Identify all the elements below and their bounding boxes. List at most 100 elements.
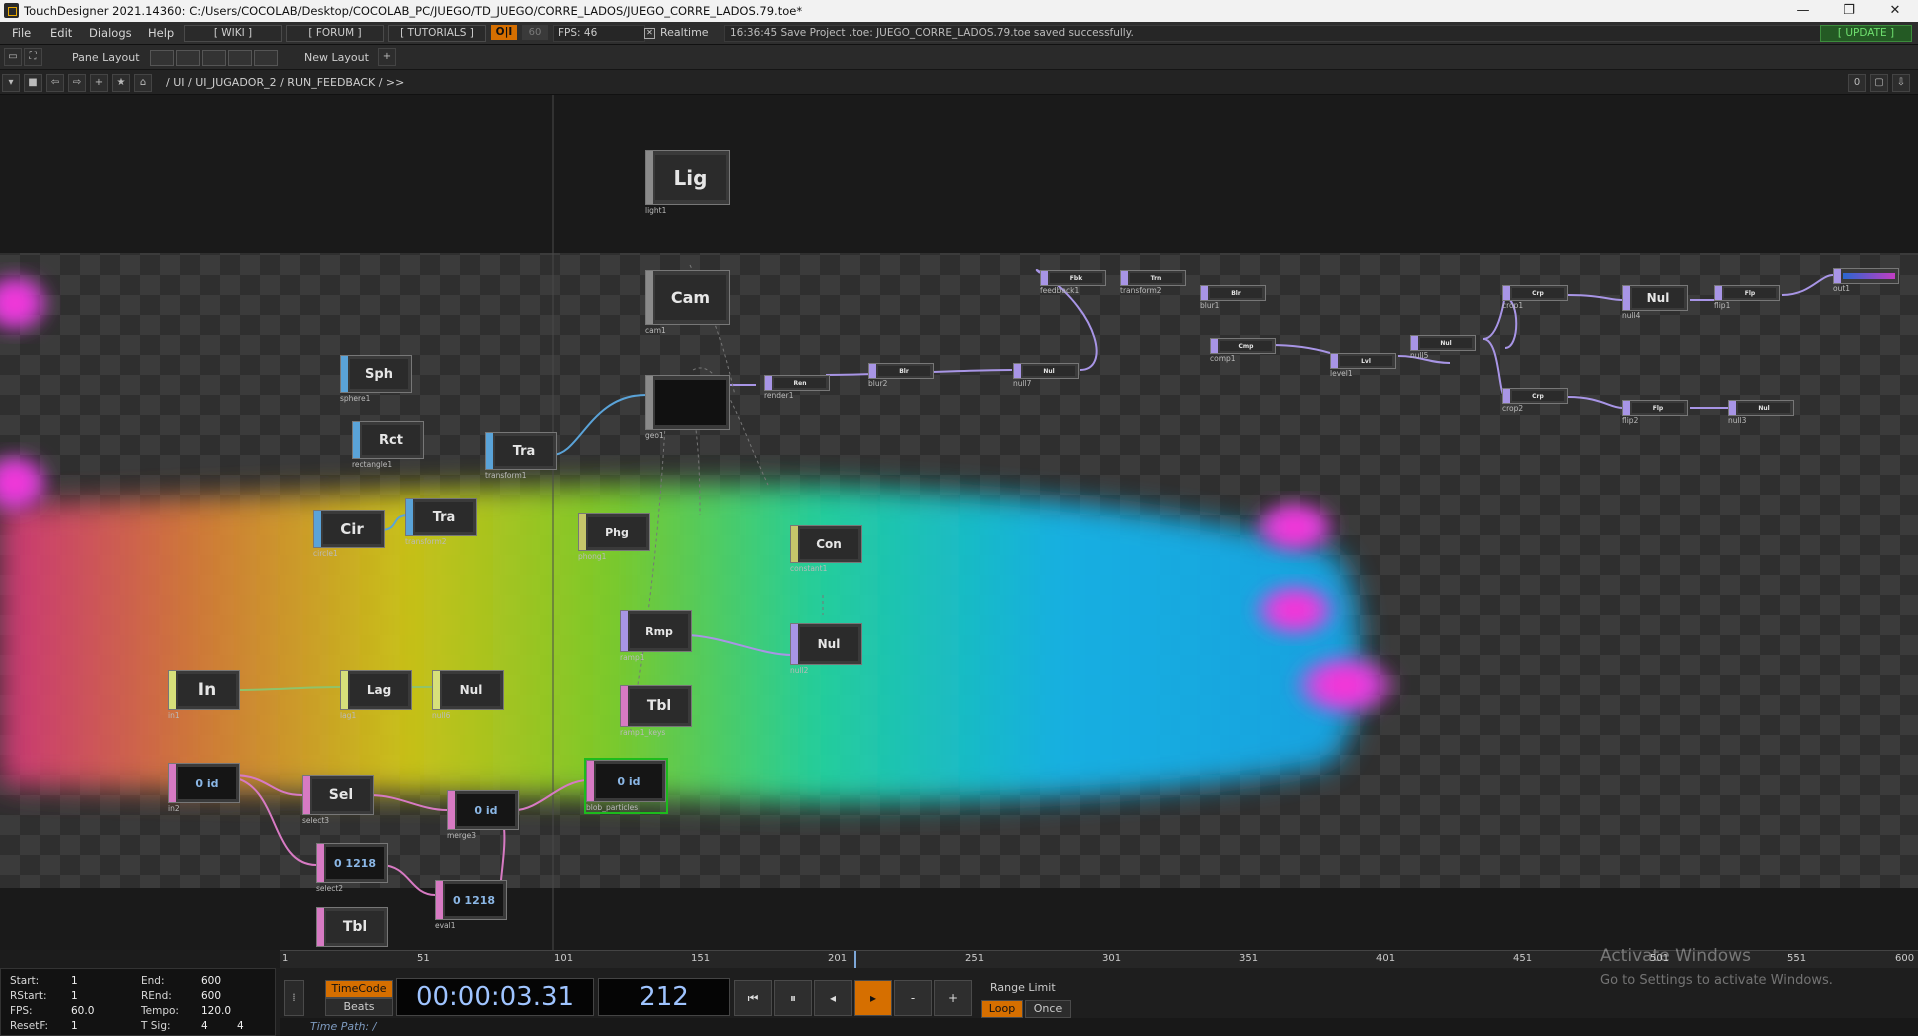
start-value[interactable]: 1 bbox=[71, 975, 78, 987]
node-crop1[interactable]: Crp crop1 bbox=[1502, 285, 1568, 311]
home-icon[interactable]: ⌂ bbox=[134, 74, 152, 92]
node-ramp1-keys[interactable]: Tbl ramp1_keys bbox=[620, 685, 692, 737]
node-blur1[interactable]: Blr blur1 bbox=[1200, 285, 1266, 311]
timecode-display[interactable]: 00:00:03.31 bbox=[396, 978, 594, 1016]
pause-button[interactable]: ⏸ bbox=[774, 980, 812, 1016]
loop-button[interactable]: Loop bbox=[981, 1000, 1023, 1018]
playhead[interactable] bbox=[854, 951, 856, 969]
chevron-down-icon[interactable]: ▾ bbox=[2, 74, 20, 92]
node-cam1[interactable]: Cam cam1 bbox=[645, 270, 730, 338]
node-merge3[interactable]: 0 id merge3 bbox=[447, 790, 519, 840]
fps-cap-button[interactable]: 60 bbox=[522, 25, 548, 40]
update-button[interactable]: [ UPDATE ] bbox=[1820, 25, 1912, 42]
node-render1[interactable]: Ren render1 bbox=[764, 375, 830, 401]
timecode-mode-button[interactable]: TimeCode bbox=[325, 980, 393, 998]
forward-icon[interactable]: ⇨ bbox=[68, 74, 86, 92]
node-phong1[interactable]: Phg phong1 bbox=[578, 513, 650, 561]
beats-mode-button[interactable]: Beats bbox=[325, 998, 393, 1016]
node-transform2-top[interactable]: Trn transform2 bbox=[1120, 270, 1186, 296]
step-minus-button[interactable]: - bbox=[894, 980, 932, 1016]
node-flip1[interactable]: Flp flip1 bbox=[1714, 285, 1780, 311]
node-circle1[interactable]: Cir circle1 bbox=[313, 510, 385, 558]
node-transform2-sop[interactable]: Tra transform2 bbox=[405, 498, 477, 546]
tsig-value-1[interactable]: 4 bbox=[201, 1020, 208, 1032]
node-level1[interactable]: Lvl level1 bbox=[1330, 353, 1396, 379]
node-null4[interactable]: Nul null4 bbox=[1622, 285, 1688, 321]
node-ramp1[interactable]: Rmp ramp1 bbox=[620, 610, 692, 662]
tempo-value[interactable]: 120.0 bbox=[201, 1005, 231, 1017]
node-null5[interactable]: Nul null5 bbox=[1410, 335, 1476, 361]
node-table2[interactable]: Tbl bbox=[316, 907, 388, 950]
rewind-button[interactable]: ⏮ bbox=[734, 980, 772, 1016]
node-select2[interactable]: 0 1218 select2 bbox=[316, 843, 388, 893]
menu-help[interactable]: Help bbox=[148, 26, 174, 40]
node-eval1[interactable]: 0 1218 eval1 bbox=[435, 880, 507, 930]
layout-single-button[interactable] bbox=[150, 50, 174, 66]
node-transform1[interactable]: Tra transform1 bbox=[485, 432, 557, 480]
expand-handle-icon[interactable]: ⁞ bbox=[284, 980, 304, 1016]
node-in2[interactable]: 0 id in2 bbox=[168, 763, 240, 813]
add-layout-button[interactable]: + bbox=[378, 48, 396, 66]
node-null2[interactable]: Nul null2 bbox=[790, 623, 862, 675]
node-feedback1[interactable]: Fbk feedback1 bbox=[1040, 270, 1106, 296]
layout-split-v-button[interactable] bbox=[176, 50, 200, 66]
node-select3[interactable]: Sel select3 bbox=[302, 775, 374, 825]
node-sphere1[interactable]: Sph sphere1 bbox=[340, 355, 412, 403]
node-flip2[interactable]: Flp flip2 bbox=[1622, 400, 1688, 426]
close-button[interactable]: ✕ bbox=[1872, 0, 1918, 22]
tutorials-button[interactable]: [ TUTORIALS ] bbox=[388, 25, 486, 42]
rstart-value[interactable]: 1 bbox=[71, 990, 78, 1002]
node-constant1[interactable]: Con constant1 bbox=[790, 525, 862, 573]
zero-button[interactable]: 0 bbox=[1848, 74, 1866, 92]
end-value[interactable]: 600 bbox=[201, 975, 221, 987]
node-geo1[interactable]: geo1 bbox=[645, 375, 730, 443]
timeline-tick: 451 bbox=[1513, 953, 1533, 964]
node-light1[interactable]: Lig light1 bbox=[645, 150, 730, 218]
restore-button[interactable]: ❐ bbox=[1826, 0, 1872, 22]
pin-icon[interactable]: ⇩ bbox=[1892, 74, 1910, 92]
network-editor[interactable]: Lig light1 Cam cam1 geo1 Sph sphere1 Rct… bbox=[0, 95, 1918, 950]
bookmark-star-icon[interactable]: ★ bbox=[112, 74, 130, 92]
step-back-button[interactable]: ◂ bbox=[814, 980, 852, 1016]
tsig-value-2[interactable]: 4 bbox=[237, 1020, 244, 1032]
node-lag1[interactable]: Lag lag1 bbox=[340, 670, 412, 720]
node-null6[interactable]: Nul null6 bbox=[432, 670, 504, 720]
step-plus-button[interactable]: + bbox=[934, 980, 972, 1016]
play-button[interactable]: ▸ bbox=[854, 980, 892, 1016]
node-blur2[interactable]: Blr blur2 bbox=[868, 363, 934, 389]
node-out1[interactable]: out1 bbox=[1833, 268, 1899, 294]
menu-file[interactable]: File bbox=[12, 26, 31, 40]
node-crop2[interactable]: Crp crop2 bbox=[1502, 388, 1568, 414]
layout-three-button[interactable] bbox=[228, 50, 252, 66]
rend-value[interactable]: 600 bbox=[201, 990, 221, 1002]
pane-menu-icon[interactable]: ▭ bbox=[4, 48, 22, 66]
maximize-pane-icon[interactable]: ▢ bbox=[1870, 74, 1888, 92]
node-rectangle1[interactable]: Rct rectangle1 bbox=[352, 421, 424, 469]
menu-edit[interactable]: Edit bbox=[50, 26, 72, 40]
node-blob-particles[interactable]: 0 id blob_particles bbox=[584, 758, 668, 814]
layout-four-button[interactable] bbox=[254, 50, 278, 66]
node-comp1[interactable]: Cmp comp1 bbox=[1210, 338, 1276, 364]
node-null7[interactable]: Nul null7 bbox=[1013, 363, 1079, 389]
realtime-checkbox[interactable]: ✕ bbox=[644, 28, 655, 39]
layout-split-h-button[interactable] bbox=[202, 50, 226, 66]
back-icon[interactable]: ⇦ bbox=[46, 74, 64, 92]
minimize-button[interactable]: — bbox=[1780, 0, 1826, 22]
menu-dialogs[interactable]: Dialogs bbox=[89, 26, 132, 40]
stop-icon[interactable]: ■ bbox=[24, 74, 42, 92]
wiki-button[interactable]: [ WIKI ] bbox=[184, 25, 282, 42]
node-null3[interactable]: Nul null3 bbox=[1728, 400, 1794, 426]
fps-value[interactable]: 60.0 bbox=[71, 1005, 94, 1017]
time-path[interactable]: Time Path: / bbox=[280, 1018, 1918, 1036]
forum-button[interactable]: [ FORUM ] bbox=[286, 25, 384, 42]
resetf-value[interactable]: 1 bbox=[71, 1020, 78, 1032]
once-button[interactable]: Once bbox=[1025, 1000, 1071, 1018]
add-icon[interactable]: + bbox=[90, 74, 108, 92]
pane-split-icon[interactable]: ⛶ bbox=[24, 48, 42, 66]
node-in1[interactable]: In in1 bbox=[168, 670, 240, 720]
end-label: End: bbox=[141, 975, 165, 987]
cook-toggle-button[interactable]: O|I bbox=[491, 25, 517, 40]
frame-display[interactable]: 212 bbox=[598, 978, 730, 1016]
resetf-label: ResetF: bbox=[10, 1020, 49, 1032]
breadcrumb[interactable]: / UI / UI_JUGADOR_2 / RUN_FEEDBACK / >> bbox=[166, 76, 404, 89]
